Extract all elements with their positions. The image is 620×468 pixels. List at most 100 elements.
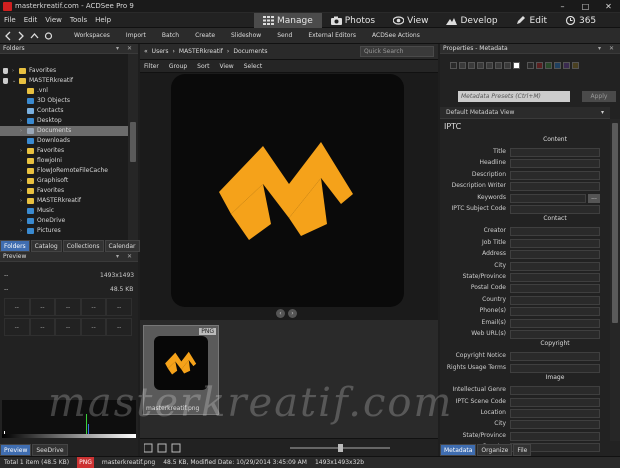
next-image-icon[interactable]: ›	[288, 309, 297, 318]
label-swatch[interactable]	[536, 62, 543, 69]
label-swatch[interactable]	[563, 62, 570, 69]
mode-edit[interactable]: Edit	[507, 13, 556, 28]
toolbar-batch[interactable]: Batch	[154, 32, 187, 39]
maximize-button[interactable]: □	[574, 0, 597, 13]
folder-tree-scrollbar[interactable]	[128, 54, 138, 240]
metadata-field-input[interactable]	[510, 409, 600, 418]
mode-develop[interactable]: Develop	[437, 13, 506, 28]
mode-manage[interactable]: Manage	[254, 13, 322, 28]
metadata-field-input[interactable]	[510, 397, 600, 407]
filter-menu[interactable]: Filter	[144, 63, 159, 70]
tab-file[interactable]: File	[513, 444, 532, 456]
folder-tree-item[interactable]: › Favorites	[0, 186, 128, 196]
metadata-field-input[interactable]	[510, 250, 600, 260]
mode-photos[interactable]: Photos	[322, 13, 384, 28]
metadata-field-input[interactable]	[510, 284, 600, 294]
chevron-right-icon[interactable]: ›	[20, 226, 22, 236]
metadata-field-input[interactable]	[510, 148, 600, 157]
chevron-right-icon[interactable]: ›	[20, 126, 22, 136]
chevron-right-icon[interactable]: ›	[20, 116, 22, 126]
panel-pin-close-icons[interactable]: ▾ ✕	[116, 252, 135, 262]
label-swatch[interactable]	[486, 62, 493, 69]
keywords-browse-button[interactable]: ...	[588, 193, 600, 203]
metadata-field-input[interactable]	[510, 182, 600, 192]
folder-tree-item[interactable]: .vnl	[0, 86, 128, 96]
close-button[interactable]: ✕	[597, 0, 620, 13]
label-swatch[interactable]	[545, 62, 552, 69]
tab-preview[interactable]: Preview	[0, 444, 32, 456]
menu-help[interactable]: Help	[95, 16, 111, 24]
breadcrumb-item[interactable]: Users	[152, 48, 169, 55]
iptc-section-header[interactable]: IPTC	[444, 122, 461, 131]
minimize-button[interactable]: –	[551, 0, 574, 13]
chevron-right-icon[interactable]: ›	[20, 146, 22, 156]
breadcrumb-item[interactable]: MASTERkreatif	[179, 48, 223, 55]
folder-tree-item[interactable]: › Favorites	[0, 146, 128, 156]
folder-tree-item[interactable]: › Pictures	[0, 226, 128, 236]
back-icon[interactable]	[4, 31, 13, 41]
prev-image-icon[interactable]: ‹	[276, 309, 285, 318]
metadata-field-input[interactable]	[510, 170, 600, 180]
metadata-field-input[interactable]	[510, 307, 600, 317]
label-swatch[interactable]	[459, 62, 466, 69]
properties-scrollbar[interactable]	[610, 119, 620, 441]
metadata-field-input[interactable]	[510, 420, 600, 430]
folder-tree-item[interactable]: › Favorites	[0, 66, 128, 76]
folder-tree-item[interactable]: › Graphisoft	[0, 176, 128, 186]
metadata-field-input[interactable]	[510, 227, 600, 237]
toolbar-create[interactable]: Create	[187, 32, 223, 39]
chevron-right-icon[interactable]: ›	[12, 66, 14, 76]
toolbar-send[interactable]: Send	[269, 32, 300, 39]
folder-tree-item[interactable]: flowjoIni	[0, 156, 128, 166]
sort-menu[interactable]: Sort	[197, 63, 209, 70]
apply-button[interactable]: Apply	[582, 91, 616, 102]
metadata-field-input[interactable]	[510, 386, 600, 396]
chevron-right-icon[interactable]: ›	[20, 186, 22, 196]
metadata-field-input[interactable]	[510, 352, 600, 362]
panel-pin-close-icons[interactable]: ▾ ✕	[116, 44, 135, 54]
toolbar-slideshow[interactable]: Slideshow	[223, 32, 269, 39]
thumbnail-size-slider-knob[interactable]	[338, 444, 343, 452]
chevron-right-icon[interactable]: ›	[20, 216, 22, 226]
metadata-field-input[interactable]	[510, 363, 600, 373]
metadata-field-input[interactable]	[510, 431, 600, 441]
tab-organize[interactable]: Organize	[477, 444, 513, 456]
breadcrumb-separator[interactable]: «	[144, 48, 148, 55]
folder-tree-item[interactable]: › Desktop	[0, 116, 128, 126]
menu-edit[interactable]: Edit	[24, 16, 38, 24]
label-swatch[interactable]	[572, 62, 579, 69]
mode-365[interactable]: 365	[556, 13, 605, 28]
folder-tree-item[interactable]: › Documents	[0, 126, 128, 136]
metadata-field-input[interactable]	[510, 318, 600, 328]
breadcrumb-separator[interactable]: ›	[227, 48, 229, 55]
metadata-field-input[interactable]	[510, 159, 600, 169]
label-swatch[interactable]	[513, 62, 520, 69]
main-image-preview[interactable]	[171, 74, 404, 307]
toolbar-workspaces[interactable]: Workspaces	[66, 32, 118, 39]
label-swatch[interactable]	[504, 62, 511, 69]
breadcrumb-separator[interactable]: ›	[172, 48, 174, 55]
folder-tree-item[interactable]: Music	[0, 206, 128, 216]
metadata-presets-select[interactable]: Metadata Presets (Ctrl+M)	[458, 91, 570, 102]
toolbar-import[interactable]: Import	[118, 32, 154, 39]
group-menu[interactable]: Group	[169, 63, 187, 70]
tab-metadata[interactable]: Metadata	[440, 444, 477, 456]
folder-tree-item[interactable]: 3D Objects	[0, 96, 128, 106]
folder-tree-item[interactable]: FlowJoRemoteFileCache	[0, 166, 128, 176]
metadata-field-input[interactable]	[510, 273, 600, 282]
folder-tree-item[interactable]: › MASTERkreatif	[0, 196, 128, 206]
tab-calendar[interactable]: Calendar	[104, 240, 140, 252]
chevron-down-icon[interactable]: ⌄	[12, 76, 16, 86]
metadata-field-input[interactable]	[510, 238, 600, 248]
tab-seedrive[interactable]: SeeDrive	[32, 444, 68, 456]
menu-file[interactable]: File	[4, 16, 16, 24]
select-menu[interactable]: Select	[244, 63, 263, 70]
label-swatch[interactable]	[527, 62, 534, 69]
folder-tree-item[interactable]: Contacts	[0, 106, 128, 116]
mode-view[interactable]: View	[384, 13, 437, 28]
label-swatch[interactable]	[495, 62, 502, 69]
pin-icon[interactable]	[3, 68, 8, 74]
folder-tree-item[interactable]: Downloads	[0, 136, 128, 146]
view-mode-icons[interactable]	[144, 443, 184, 453]
chevron-right-icon[interactable]: ›	[20, 176, 22, 186]
